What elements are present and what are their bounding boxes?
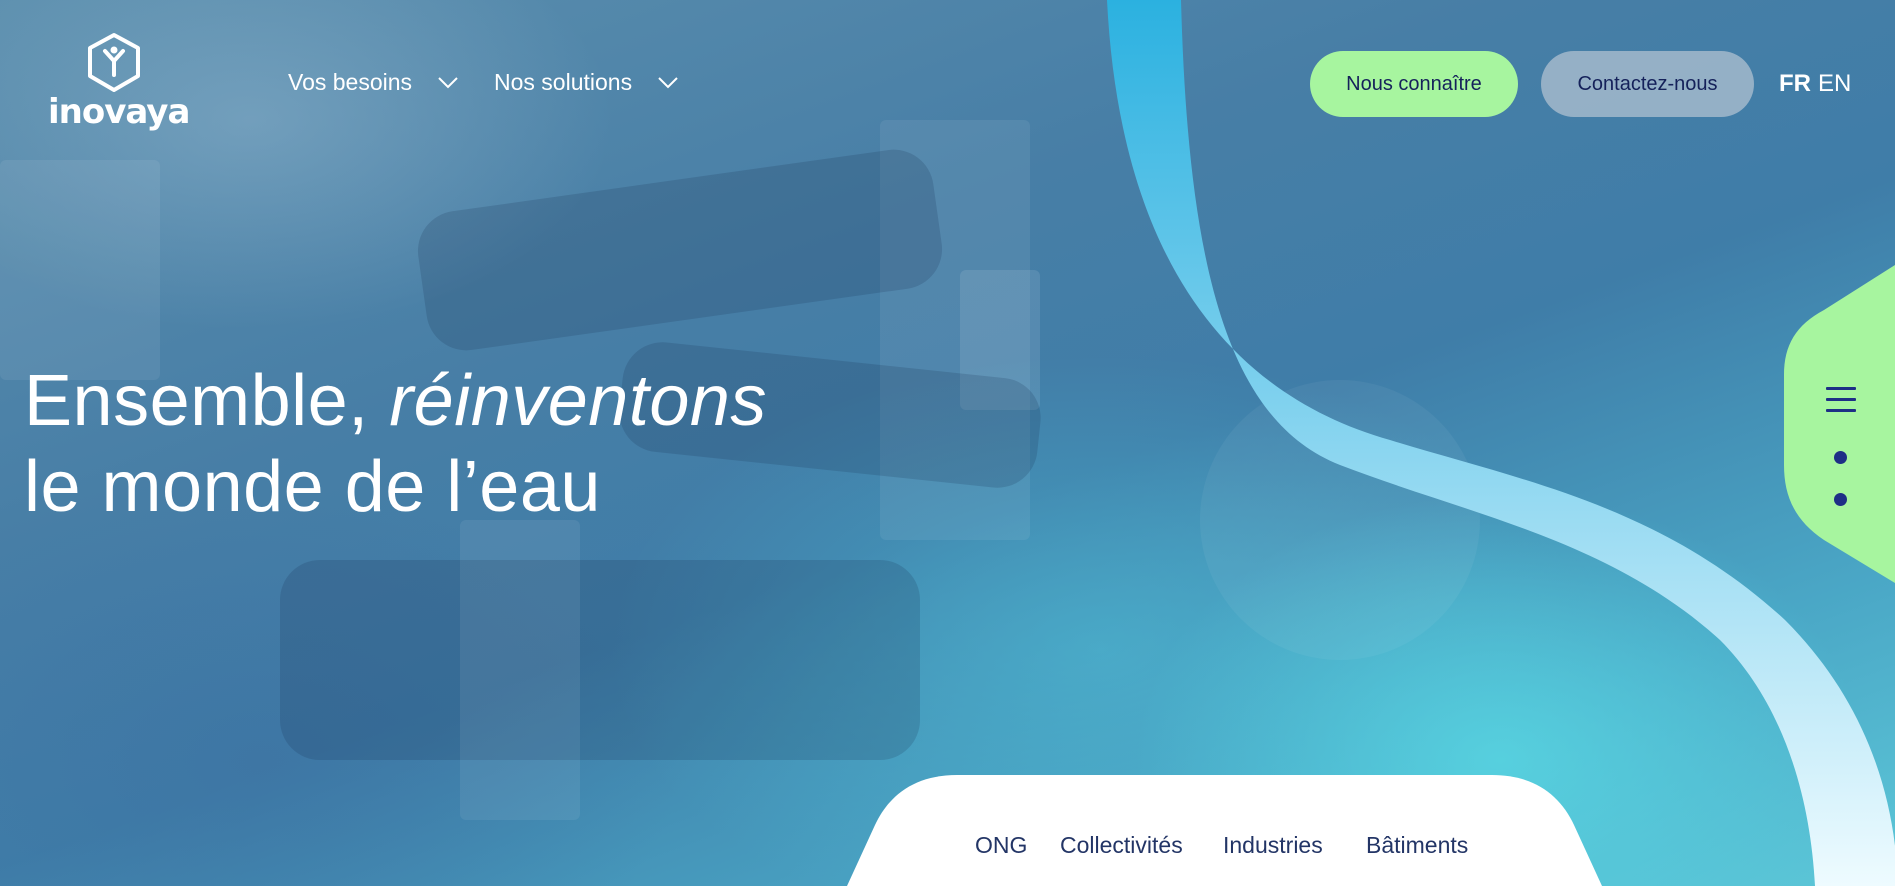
- language-fr[interactable]: FR: [1779, 70, 1811, 98]
- inovaya-logo[interactable]: inovaya: [48, 32, 190, 142]
- side-nav-panel: [1784, 265, 1895, 583]
- hamburger-menu-icon[interactable]: [1826, 387, 1856, 413]
- tab-industries[interactable]: Industries: [1223, 832, 1323, 859]
- language-en[interactable]: EN: [1818, 70, 1851, 98]
- contactez-nous-button[interactable]: Contactez-nous: [1541, 51, 1754, 117]
- nous-connaitre-button[interactable]: Nous connaître: [1310, 51, 1518, 117]
- nav-vos-besoins[interactable]: Vos besoins: [288, 69, 458, 96]
- headline-end: le monde de l’eau: [24, 447, 601, 527]
- slide-dot-1[interactable]: [1834, 451, 1847, 464]
- tab-ong[interactable]: ONG: [975, 832, 1027, 859]
- chevron-down-icon: [438, 76, 458, 88]
- headline-emphasis: réinventons: [389, 361, 767, 441]
- hero-headline: Ensemble, réinventons le monde de l’eau: [24, 358, 767, 530]
- headline-start: Ensemble,: [24, 361, 390, 441]
- tab-batiments[interactable]: Bâtiments: [1366, 832, 1468, 859]
- slide-dot-2[interactable]: [1834, 493, 1847, 506]
- logo-hexagon-icon: [88, 33, 140, 92]
- tab-collectivites[interactable]: Collectivités: [1060, 832, 1183, 859]
- nav-nos-solutions[interactable]: Nos solutions: [494, 69, 678, 96]
- segment-tabs-panel: [847, 775, 1602, 886]
- nav-vos-besoins-label: Vos besoins: [288, 69, 413, 95]
- nav-nos-solutions-label: Nos solutions: [494, 69, 633, 95]
- logo-wordmark: inovaya: [48, 92, 190, 132]
- chevron-down-icon: [658, 76, 678, 88]
